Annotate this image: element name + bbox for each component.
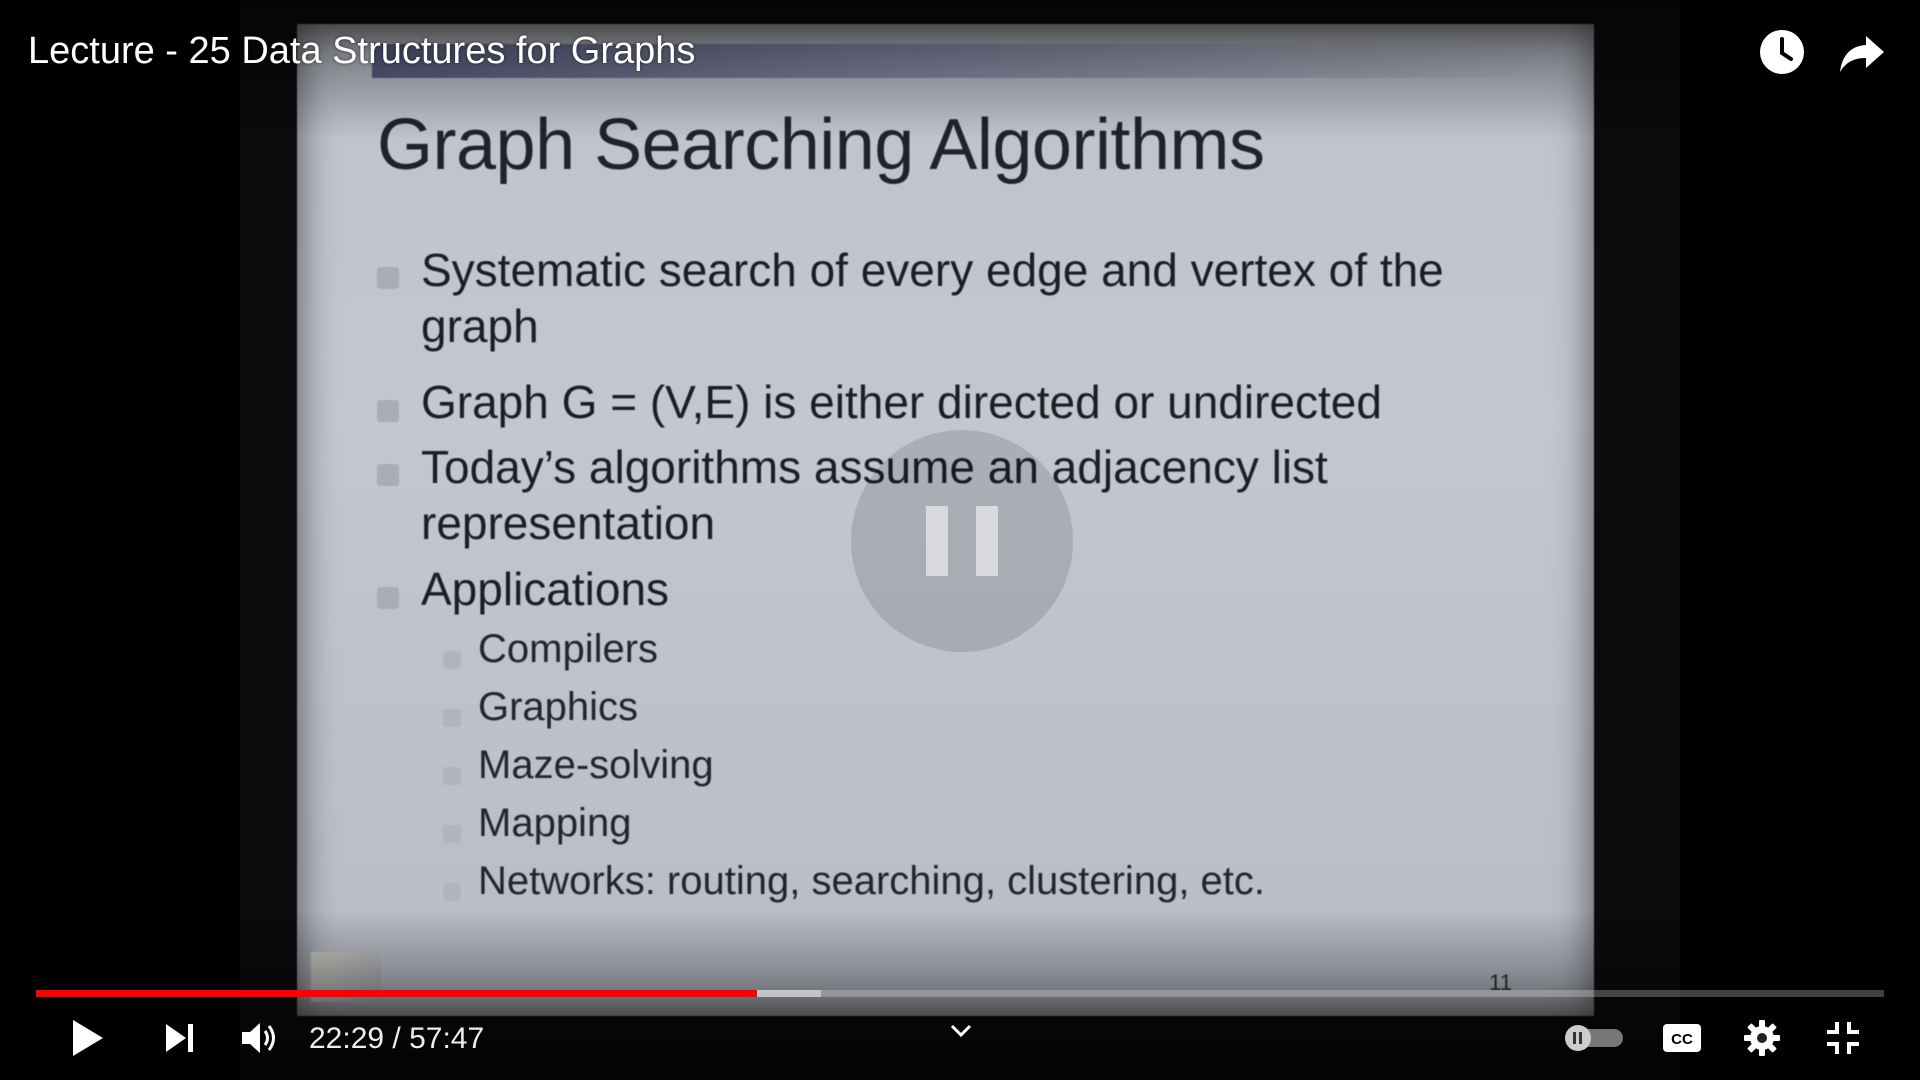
- autoplay-toggle[interactable]: [1562, 1015, 1626, 1065]
- bullet-marker: [377, 400, 399, 422]
- time-display: 22:29 / 57:47: [309, 1022, 484, 1056]
- pause-bar-left: [926, 506, 948, 576]
- sub-bullet-marker: [443, 709, 461, 727]
- exit-fullscreen-button[interactable]: [1818, 1015, 1868, 1065]
- captions-button[interactable]: CC: [1657, 1015, 1707, 1065]
- settings-button[interactable]: [1737, 1015, 1787, 1065]
- autoplay-toggle-icon: [1563, 1023, 1625, 1058]
- expand-chapters-button[interactable]: [944, 1018, 978, 1048]
- bullet-marker: [377, 587, 399, 609]
- slide-sub-bullet: Mapping: [478, 801, 632, 845]
- cc-icon: CC: [1662, 1023, 1702, 1058]
- sub-bullet-marker: [443, 825, 461, 843]
- svg-text:CC: CC: [1671, 1031, 1693, 1048]
- slide-sub-bullet: Compilers: [478, 627, 659, 671]
- share-button[interactable]: [1834, 26, 1890, 82]
- slide-sub-bullet: Networks: routing, searching, clustering…: [478, 859, 1266, 903]
- next-icon: [164, 1022, 196, 1059]
- slide-bullet: Systematic search of every edge and vert…: [421, 244, 1444, 352]
- video-player[interactable]: Graph Searching Algorithms Systematic se…: [0, 0, 1920, 1080]
- slide-sub-bullet: Graphics: [478, 685, 639, 729]
- slide-sub-bullet: Maze-solving: [478, 743, 714, 787]
- gear-icon: [1743, 1019, 1781, 1062]
- next-button[interactable]: [155, 1015, 205, 1065]
- sub-bullet-marker: [443, 883, 461, 901]
- progress-played: [36, 990, 757, 997]
- pause-bar-right: [976, 506, 998, 576]
- play-button[interactable]: [62, 1015, 112, 1065]
- chevron-down-icon: [950, 1024, 972, 1043]
- bullet-marker: [377, 464, 399, 486]
- slide-bullet: Graph G = (V,E) is either directed or un…: [421, 376, 1382, 428]
- current-time: 22:29: [309, 1022, 385, 1055]
- volume-button[interactable]: [234, 1015, 284, 1065]
- play-icon: [69, 1018, 105, 1063]
- fullscreen-exit-icon: [1825, 1020, 1861, 1061]
- clock-icon: [1758, 28, 1806, 81]
- sub-bullet-marker: [443, 651, 461, 669]
- watch-later-button[interactable]: [1754, 26, 1810, 82]
- duration: 57:47: [409, 1022, 485, 1055]
- video-title[interactable]: Lecture - 25 Data Structures for Graphs: [28, 30, 695, 73]
- share-arrow-icon: [1838, 28, 1886, 81]
- sub-bullet-marker: [443, 767, 461, 785]
- volume-icon: [240, 1020, 278, 1061]
- time-separator: /: [384, 1022, 410, 1055]
- bullet-marker: [377, 267, 399, 289]
- center-pause-overlay[interactable]: [851, 430, 1073, 652]
- progress-bar[interactable]: [36, 990, 1884, 997]
